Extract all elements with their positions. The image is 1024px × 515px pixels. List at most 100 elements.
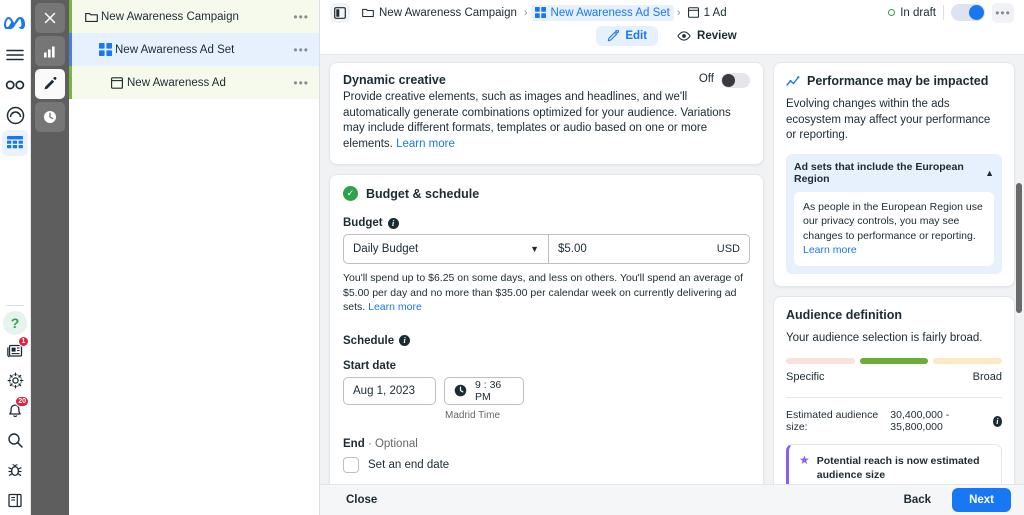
folder-icon (362, 7, 374, 18)
menu-icon[interactable] (1, 40, 29, 70)
folder-icon (81, 11, 101, 23)
next-button[interactable]: Next (952, 488, 1011, 512)
notifications-badge: 20 (15, 396, 29, 407)
european-region-learn-more-link[interactable]: Learn more (803, 244, 857, 256)
sidebar-toggle-icon[interactable] (330, 2, 350, 23)
adset-grid-icon (534, 7, 546, 18)
performance-impact-card: Performance may be impacted Evolving cha… (773, 62, 1015, 287)
timezone-label: Madrid Time (445, 409, 501, 421)
star-icon: ★ (799, 453, 810, 467)
insights-scrollbar[interactable] (1016, 183, 1022, 313)
potential-reach-tip-header: ★ Potential reach is now estimated audie… (799, 454, 991, 482)
breadcrumb-item-ads[interactable]: 1 Ad (684, 5, 731, 21)
news-icon[interactable]: 1 (1, 335, 29, 365)
schedule-label-text: Schedule (343, 334, 395, 347)
performance-impact-header: Performance may be impacted (786, 74, 1002, 88)
tab-review[interactable]: Review (666, 26, 748, 46)
breadcrumb-separator: › (523, 6, 528, 19)
tree-row-ad[interactable]: New Awareness Ad ••• (69, 66, 319, 99)
breadcrumb: New Awareness Campaign › New Awareness A… (330, 0, 1014, 23)
close-icon[interactable] (35, 3, 65, 33)
tree-label-ad: New Awareness Ad (127, 76, 226, 89)
european-region-accordion-body: As people in the European Region use our… (794, 191, 994, 266)
publish-toggle[interactable] (951, 4, 985, 21)
info-icon[interactable]: i (387, 217, 399, 229)
dynamic-creative-title: Dynamic creative (343, 73, 446, 87)
start-date-input[interactable]: Aug 1, 2023 (343, 376, 436, 405)
chevron-down-icon: ▼ (530, 244, 539, 254)
budget-help-text: You'll spend up to $6.25 on some days, a… (343, 271, 750, 315)
budget-label-text: Budget (343, 217, 383, 229)
search-icon[interactable] (1, 425, 29, 455)
dynamic-creative-learn-more-link[interactable]: Learn more (396, 138, 455, 150)
budget-type-select[interactable]: Daily Budget ▼ (343, 234, 548, 264)
start-time-input[interactable]: 9 : 36 PM (444, 376, 524, 405)
breadcrumb-separator: › (676, 6, 681, 19)
potential-reach-tip-title: Potential reach is now estimated audienc… (816, 455, 980, 481)
bell-icon[interactable]: 20 (1, 395, 29, 425)
budget-help-learn-more-link[interactable]: Learn more (368, 301, 422, 313)
campaign-tree-sidebar: New Awareness Campaign ••• New Awareness… (69, 0, 320, 515)
tree-row-menu-ad[interactable]: ••• (291, 77, 311, 89)
audience-meter-label-right: Broad (972, 371, 1002, 383)
toggle-knob (969, 5, 984, 20)
pencil-icon[interactable] (35, 69, 65, 99)
audience-meter-segment-broad (933, 358, 1003, 364)
close-button[interactable]: Close (333, 488, 390, 512)
dynamic-creative-card: Dynamic creative Off Provide creative el… (329, 62, 764, 165)
gear-icon[interactable] (1, 365, 29, 395)
editor-body: Dynamic creative Off Provide creative el… (320, 55, 1024, 484)
set-end-date-label: Set an end date (368, 458, 450, 471)
dynamic-creative-toggle-label: Off (698, 73, 714, 85)
help-icon[interactable]: ? (3, 311, 27, 335)
pencil-icon (607, 30, 620, 42)
book-icon[interactable] (1, 485, 29, 515)
meta-logo-icon[interactable] (1, 6, 29, 40)
schedule-field-label: Schedule i (343, 335, 750, 347)
adset-grid-icon (95, 43, 115, 56)
budget-amount-input[interactable]: $5.00 USD (548, 234, 750, 264)
tree-row-adset[interactable]: New Awareness Ad Set ••• (69, 33, 319, 66)
set-end-date-row[interactable]: Set an end date (343, 456, 750, 473)
audience-definition-card: Audience definition Your audience select… (773, 295, 1015, 484)
tree-row-campaign[interactable]: New Awareness Campaign ••• (69, 0, 319, 33)
european-region-text: As people in the European Region use our… (803, 200, 983, 242)
audience-breadth-meter (786, 358, 1003, 364)
end-label-text: End (343, 437, 365, 450)
budget-currency-label: USD (716, 243, 740, 255)
clock-icon[interactable] (35, 102, 65, 132)
audience-meter-labels: Specific Broad (786, 371, 1002, 383)
tab-edit[interactable]: Edit (596, 26, 659, 46)
dynamic-creative-body: Provide creative elements, such as image… (343, 90, 750, 152)
eye-icon (677, 31, 691, 41)
info-icon[interactable]: i (992, 415, 1002, 427)
set-end-date-checkbox[interactable] (343, 456, 359, 473)
bar-chart-icon[interactable] (35, 36, 65, 66)
topbar-more-label: ••• (995, 5, 1011, 20)
form-column: Dynamic creative Off Provide creative el… (320, 55, 773, 484)
tree-row-menu-campaign[interactable]: ••• (291, 11, 311, 23)
performance-impact-title: Performance may be impacted (807, 74, 989, 88)
infinity-icon[interactable] (1, 70, 29, 100)
breadcrumb-label-campaign: New Awareness Campaign (379, 6, 517, 19)
meter-icon[interactable] (1, 100, 29, 130)
breadcrumb-item-adset[interactable]: New Awareness Ad Set (530, 4, 674, 21)
table-icon[interactable] (2, 130, 28, 156)
estimated-audience-value: 30,400,000 - 35,800,000 (890, 409, 950, 433)
editor-footer: Close Back Next (320, 484, 1024, 515)
estimated-audience-label: Estimated audience size: (786, 409, 879, 433)
back-button[interactable]: Back (891, 488, 945, 512)
european-region-accordion-header[interactable]: Ad sets that include the European Region… (794, 161, 994, 185)
audience-meter-label-left: Specific (786, 371, 825, 383)
tree-row-menu-adset[interactable]: ••• (291, 44, 311, 56)
dynamic-creative-toggle[interactable] (721, 73, 750, 88)
performance-impact-body: Evolving changes within the ads ecosyste… (786, 98, 991, 141)
trend-line-icon (786, 75, 800, 88)
breadcrumb-item-campaign[interactable]: New Awareness Campaign (358, 5, 521, 21)
info-icon[interactable]: i (399, 335, 411, 346)
topbar-more-menu[interactable]: ••• (992, 2, 1014, 23)
topbar-status-group: In draft ••• (888, 2, 1014, 23)
bug-icon[interactable] (1, 455, 29, 485)
breadcrumb-label-ads: 1 Ad (703, 6, 727, 19)
insights-column: Performance may be impacted Evolving cha… (773, 55, 1024, 484)
